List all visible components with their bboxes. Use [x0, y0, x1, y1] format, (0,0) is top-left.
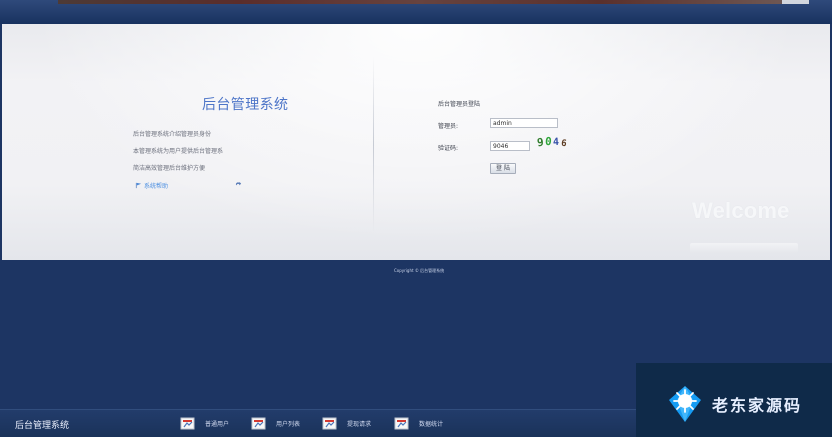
intro-line-1: 后台管理系统介绍管理员身份 — [133, 131, 212, 138]
captcha-char: 6 — [560, 138, 568, 150]
username-label: 管理员: — [438, 123, 459, 130]
document-icon — [251, 417, 266, 429]
captcha-image[interactable]: 9 0 4 6 — [536, 135, 570, 153]
system-title: 后台管理系统 — [202, 97, 289, 113]
login-button[interactable]: 登 陆 — [490, 163, 516, 174]
help-flag-icon — [135, 182, 142, 189]
source-watermark: 老东家源码 — [636, 363, 832, 437]
top-image-strip — [58, 0, 782, 4]
login-panel: 后台管理系统 后台管理系统介绍管理员身份 本管理系统为用户提供后台管理系 简洁高… — [2, 24, 830, 260]
document-icon — [180, 417, 195, 429]
help-link-label: 系统帮助 — [144, 183, 169, 190]
taskbar-label: 普通用户 — [205, 421, 230, 428]
taskbar-app-title: 后台管理系统 — [15, 421, 70, 431]
intro-line-2: 本管理系统为用户提供后台管理系 — [133, 148, 224, 155]
taskbar-label: 提现请求 — [347, 421, 372, 428]
captcha-label: 验证码: — [438, 145, 459, 152]
welcome-watermark: Welcome — [692, 198, 790, 223]
taskbar-item-user-list[interactable]: 用户列表 — [251, 414, 300, 433]
taskbar-item-ordinary-users[interactable]: 普通用户 — [180, 414, 229, 433]
refresh-arrow-icon[interactable] — [235, 181, 242, 188]
taskbar-label: 用户列表 — [276, 421, 301, 428]
taskbar-label: 数据统计 — [419, 421, 444, 428]
captcha-char: 0 — [544, 134, 553, 149]
captcha-field[interactable] — [490, 141, 530, 151]
captcha-char: 9 — [536, 135, 545, 150]
welcome-reflection — [690, 243, 798, 253]
intro-line-3: 简洁高效管理后台维护方便 — [133, 165, 206, 172]
copyright-text: Copyright © 后台管理系统 — [394, 268, 445, 273]
help-link[interactable]: 系统帮助 — [135, 181, 168, 190]
taskbar-item-withdraw-requests[interactable]: 提现请求 — [322, 414, 371, 433]
panel-divider — [373, 57, 374, 233]
login-screen: 后台管理系统 后台管理系统介绍管理员身份 本管理系统为用户提供后台管理系 简洁高… — [0, 0, 832, 437]
document-icon — [394, 417, 409, 429]
username-field[interactable] — [490, 118, 558, 128]
watermark-text: 老东家源码 — [712, 396, 803, 415]
diamond-icon — [669, 386, 701, 422]
captcha-char: 4 — [552, 136, 560, 149]
taskbar-item-data-statistics[interactable]: 数据统计 — [394, 414, 443, 433]
login-form-title: 后台管理员登陆 — [438, 101, 481, 108]
document-icon — [322, 417, 337, 429]
